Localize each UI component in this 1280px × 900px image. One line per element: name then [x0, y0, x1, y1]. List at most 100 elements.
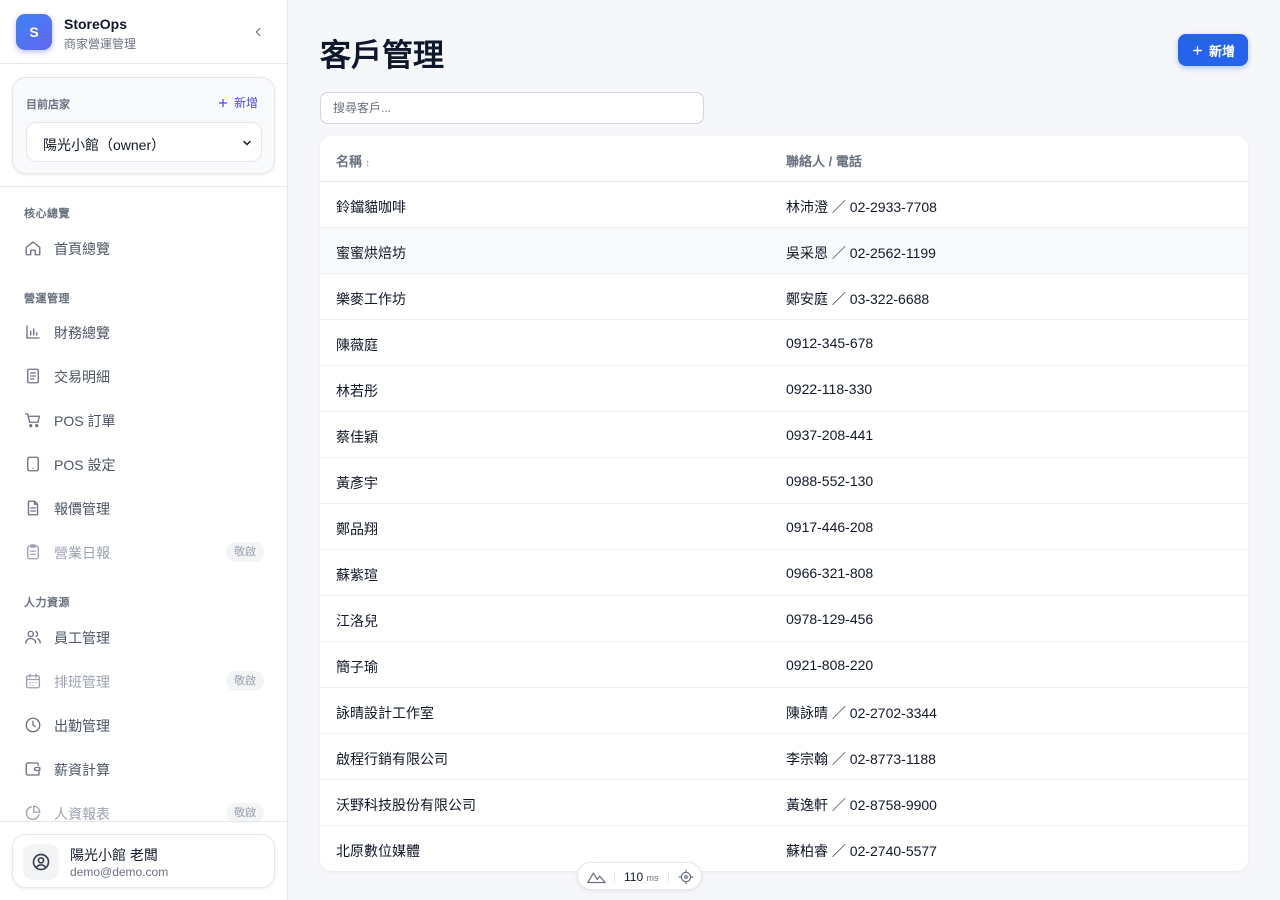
customer-name-cell: 樂麥工作坊	[336, 291, 406, 307]
customer-name-cell: 林若彤	[336, 383, 378, 399]
table-row[interactable]: 黃彥宇 0988-552-130	[320, 458, 1248, 504]
sidebar-item-finance[interactable]: 財務總覽	[12, 312, 276, 352]
sidebar-item-employees[interactable]: 員工管理	[12, 617, 276, 657]
user-card[interactable]: 陽光小館 老闆 demo@demo.com	[12, 834, 275, 888]
customer-name-cell: 詠晴設計工作室	[336, 705, 434, 721]
table-row[interactable]: 林若彤 0922-118-330	[320, 366, 1248, 412]
customer-name-cell: 鈴鐺貓咖啡	[336, 199, 406, 215]
column-header-name[interactable]: 名稱 ↕	[336, 151, 370, 170]
store-select[interactable]: 陽光小館（owner）	[26, 122, 262, 162]
customer-name-cell: 陳薇庭	[336, 337, 378, 353]
crosshair-icon[interactable]	[678, 869, 694, 885]
sidebar-item-quotes[interactable]: 報價管理	[12, 488, 276, 528]
clock-icon	[25, 717, 41, 733]
status-badge: 敬啟	[226, 803, 264, 823]
sidebar-item-label: POS 訂單	[54, 413, 116, 429]
divider	[668, 871, 669, 883]
sidebar-item-transactions[interactable]: 交易明細	[12, 356, 276, 396]
table-row[interactable]: 簡子瑜 0921-808-220	[320, 642, 1248, 688]
customer-contact-cell: 黃逸軒 ／ 02-8758-9900	[786, 797, 937, 813]
user-name: 陽光小館 老闆	[70, 847, 158, 863]
receipt-icon	[27, 368, 39, 384]
customer-contact-cell: 0922-118-330	[786, 381, 873, 397]
store-card: 目前店家 新增 陽光小館（owner）	[12, 77, 275, 174]
chevron-left-icon	[255, 27, 261, 37]
response-time-unit: ms	[646, 873, 659, 883]
customer-name-cell: 蘇紫瑄	[336, 567, 378, 583]
sidebar-item-daily-report[interactable]: 營業日報 敬啟	[12, 532, 276, 572]
mountain-logo-icon[interactable]	[587, 870, 606, 884]
table-row[interactable]: 鈴鐺貓咖啡 林沛澄 ／ 02-2933-7708	[320, 182, 1248, 228]
nav-section-core: 核心總覽	[24, 208, 70, 220]
sidebar-item-label: 薪資計算	[54, 762, 110, 778]
customer-contact-cell: 林沛澄 ／ 02-2933-7708	[786, 199, 937, 215]
sidebar-item-attendance[interactable]: 出勤管理	[12, 705, 276, 745]
user-email: demo@demo.com	[70, 865, 169, 879]
calendar-icon	[25, 673, 41, 689]
table-row[interactable]: 北原數位媒體 蘇柏睿 ／ 02-2740-5577	[320, 826, 1248, 871]
cart-icon	[24, 413, 41, 428]
home-icon	[25, 241, 41, 256]
customer-contact-cell: 0966-321-808	[786, 565, 874, 581]
sidebar-item-payroll[interactable]: 薪資計算	[12, 749, 276, 789]
customer-contact-cell: 李宗翰 ／ 02-8773-1188	[786, 751, 936, 767]
plus-icon	[218, 98, 228, 107]
sidebar-item-home[interactable]: 首頁總覽	[12, 228, 276, 268]
customer-table: 名稱 ↕ 聯絡人 / 電話 鈴鐺貓咖啡 林沛澄 ／ 02-2933-7708 蜜蜜烘焙…	[320, 136, 1248, 871]
document-icon	[27, 500, 39, 516]
add-store-button[interactable]: 新增	[217, 94, 258, 111]
sidebar-item-pos-orders[interactable]: POS 訂單	[12, 400, 276, 440]
customer-contact-cell: 0921-808-220	[786, 657, 874, 673]
add-customer-button[interactable]: 新增	[1178, 34, 1248, 66]
sidebar-item-label: 報價管理	[54, 501, 110, 517]
page-title: 客戶管理	[320, 38, 444, 73]
bar-chart-icon	[26, 325, 40, 339]
sidebar-item-scheduling[interactable]: 排班管理 敬啟	[12, 661, 276, 701]
plus-icon	[1192, 45, 1202, 55]
users-icon	[25, 630, 41, 644]
sidebar-item-pos-settings[interactable]: POS 設定	[12, 444, 276, 484]
store-label: 目前店家	[26, 99, 70, 111]
table-row[interactable]: 蘇紫瑄 0966-321-808	[320, 550, 1248, 596]
status-badge: 敬啟	[226, 671, 264, 691]
collapse-sidebar-button[interactable]	[248, 22, 268, 42]
store-select-value: 陽光小館（owner）	[43, 137, 166, 153]
add-store-label: 新增	[233, 96, 258, 110]
divider	[614, 871, 615, 883]
nav-section-hr: 人力資源	[24, 597, 70, 609]
column-header-label: 名稱	[336, 154, 363, 169]
table-row[interactable]: 江洛兒 0978-129-456	[320, 596, 1248, 642]
customer-contact-cell: 吳采恩 ／ 02-2562-1199	[786, 245, 936, 261]
clipboard-icon	[27, 544, 39, 560]
brand: S StoreOps 商家營運管理	[16, 14, 272, 51]
table-row[interactable]: 陳薇庭 0912-345-678	[320, 320, 1248, 366]
table-row[interactable]: 蜜蜜烘焙坊 吳采恩 ／ 02-2562-1199	[320, 228, 1248, 274]
customer-name-cell: 北原數位媒體	[336, 843, 420, 859]
sidebar-item-label: 員工管理	[54, 630, 110, 646]
customer-name-cell: 蜜蜜烘焙坊	[336, 245, 406, 261]
table-row[interactable]: 沃野科技股份有限公司 黃逸軒 ／ 02-8758-9900	[320, 780, 1248, 826]
perf-status-pill: 110 ms	[577, 862, 702, 890]
customer-contact-cell: 0912-345-678	[786, 335, 874, 351]
table-row[interactable]: 蔡佳穎 0937-208-441	[320, 412, 1248, 458]
search-input[interactable]	[320, 92, 704, 124]
brand-logo: S	[16, 14, 52, 50]
sidebar-item-hr-reports[interactable]: 人資報表 敬啟	[12, 793, 276, 833]
customer-contact-cell: 0988-552-130	[786, 473, 874, 489]
table-row[interactable]: 樂麥工作坊 鄭安庭 ／ 03-322-6688	[320, 274, 1248, 320]
divider	[0, 186, 288, 187]
avatar	[23, 844, 59, 880]
customer-name-cell: 黃彥宇	[336, 475, 378, 491]
table-row[interactable]: 啟程行銷有限公司 李宗翰 ／ 02-8773-1188	[320, 734, 1248, 780]
sidebar-item-label: 出勤管理	[54, 718, 110, 734]
customer-name-cell: 江洛兒	[336, 613, 378, 629]
sidebar-item-label: 交易明細	[54, 369, 110, 385]
table-row[interactable]: 詠晴設計工作室 陳詠晴 ／ 02-2702-3344	[320, 688, 1248, 734]
user-circle-icon	[32, 853, 50, 871]
divider	[0, 63, 288, 64]
sidebar-item-label: 排班管理	[54, 674, 110, 690]
sidebar-item-label: 營業日報	[54, 545, 110, 561]
chevron-down-icon	[243, 140, 251, 146]
table-row[interactable]: 鄭品翔 0917-446-208	[320, 504, 1248, 550]
customer-name-cell: 沃野科技股份有限公司	[336, 797, 476, 813]
